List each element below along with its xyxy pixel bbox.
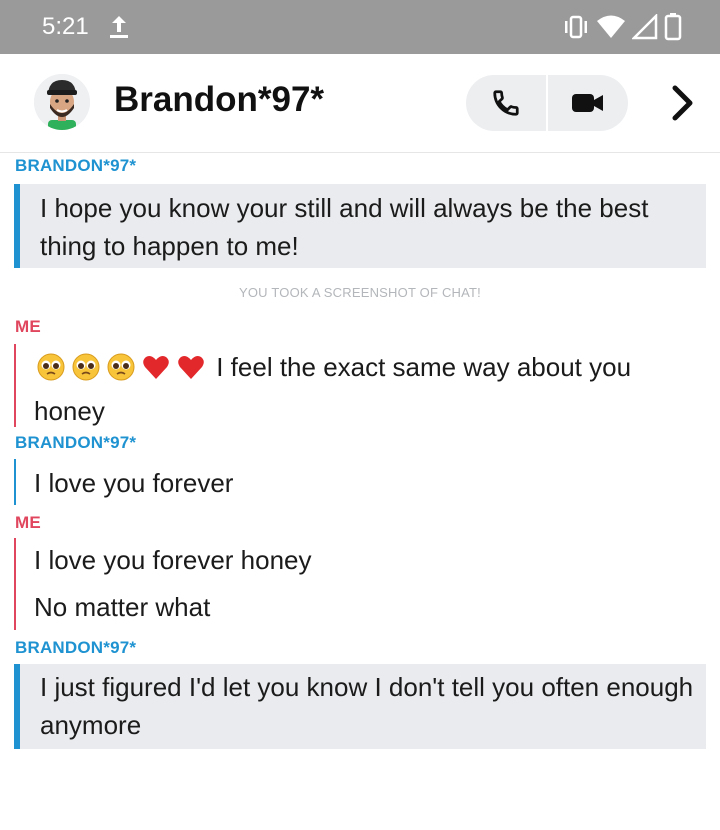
system-icons [562, 13, 682, 41]
wifi-icon [597, 15, 625, 38]
vibrate-icon [565, 15, 587, 39]
message-text: I love you forever [34, 468, 234, 498]
call-buttons [466, 75, 628, 131]
pleading-face-emoji [34, 352, 68, 392]
sender-label: BRANDON*97* [15, 433, 137, 452]
message-text: I hope you know your still and will alwa… [40, 193, 649, 261]
battery-icon [664, 13, 682, 41]
chat-message[interactable]: No matter what [34, 588, 706, 626]
status-bar: 5:21 [0, 0, 720, 54]
sender-label: BRANDON*97* [15, 156, 137, 175]
video-call-button[interactable] [548, 75, 628, 131]
chevron-right-icon[interactable] [668, 84, 698, 122]
red-heart-emoji [139, 352, 173, 392]
phone-icon [493, 90, 519, 116]
chat-message-group: I love you forever honey No matter what [14, 538, 706, 630]
pleading-face-emoji [104, 352, 138, 392]
message-text: I love you forever honey [34, 545, 312, 575]
chat-message[interactable]: I hope you know your still and will alwa… [14, 184, 706, 268]
video-icon [572, 94, 603, 112]
sender-label: BRANDON*97* [15, 638, 137, 657]
chat-header: Brandon*97* [0, 54, 720, 153]
sender-label: ME [15, 513, 41, 532]
status-time: 5:21 [42, 13, 89, 40]
chat-message[interactable]: I feel the exact same way about you hone… [14, 344, 706, 427]
chat-message[interactable]: I love you forever honey [34, 541, 706, 579]
screenshot-notice: YOU TOOK A SCREENSHOT OF CHAT! [239, 285, 481, 300]
contact-name[interactable]: Brandon*97* [114, 80, 324, 120]
upload-icon [108, 14, 130, 44]
sender-label: ME [15, 317, 41, 336]
signal-icon [632, 14, 658, 40]
message-text: I just figured I'd let you know I don't … [40, 672, 694, 740]
avatar[interactable] [34, 74, 90, 130]
voice-call-button[interactable] [466, 75, 546, 131]
chat-message[interactable]: I just figured I'd let you know I don't … [14, 664, 706, 749]
red-heart-emoji [174, 352, 208, 392]
pleading-face-emoji [69, 352, 103, 392]
message-text: No matter what [34, 592, 211, 622]
chat-message[interactable]: I love you forever [14, 459, 706, 505]
